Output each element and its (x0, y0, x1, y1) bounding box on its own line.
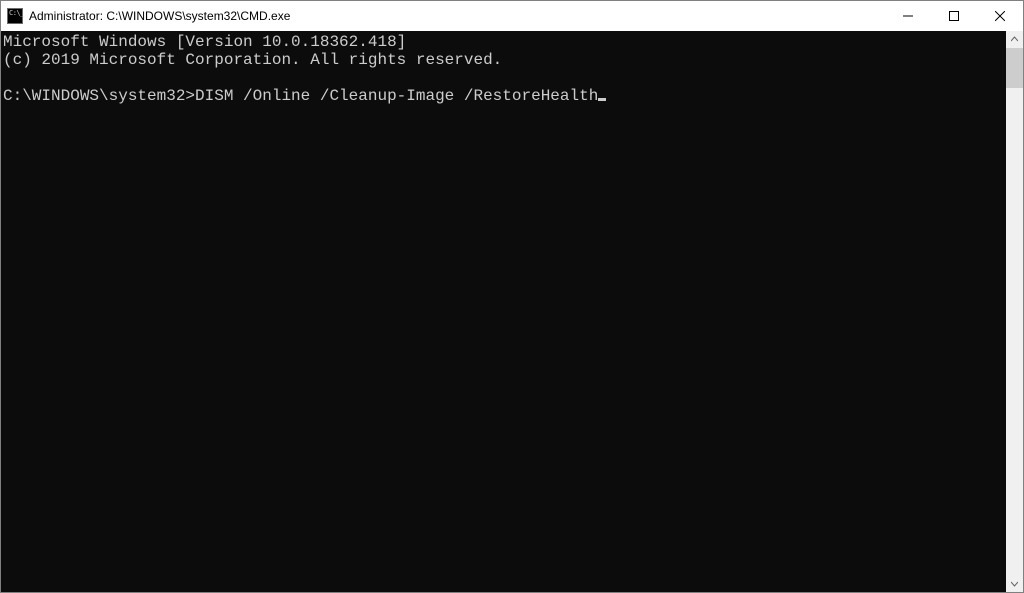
terminal-output[interactable]: Microsoft Windows [Version 10.0.18362.41… (1, 31, 1006, 592)
close-icon (995, 11, 1005, 21)
window-controls (885, 1, 1023, 31)
terminal-prompt: C:\WINDOWS\system32> (3, 87, 195, 105)
scroll-thumb[interactable] (1006, 48, 1023, 88)
window-titlebar: Administrator: C:\WINDOWS\system32\CMD.e… (1, 1, 1023, 31)
content-area: Microsoft Windows [Version 10.0.18362.41… (1, 31, 1023, 592)
terminal-command: DISM /Online /Cleanup-Image /RestoreHeal… (195, 87, 598, 105)
scroll-track[interactable] (1006, 48, 1023, 575)
terminal-line-version: Microsoft Windows [Version 10.0.18362.41… (3, 33, 406, 51)
chevron-down-icon (1011, 580, 1018, 587)
terminal-line-copyright: (c) 2019 Microsoft Corporation. All righ… (3, 51, 502, 69)
close-button[interactable] (977, 1, 1023, 31)
maximize-button[interactable] (931, 1, 977, 31)
cmd-icon (7, 8, 23, 24)
maximize-icon (949, 11, 959, 21)
window-title: Administrator: C:\WINDOWS\system32\CMD.e… (29, 9, 885, 23)
scroll-up-button[interactable] (1006, 31, 1023, 48)
vertical-scrollbar[interactable] (1006, 31, 1023, 592)
chevron-up-icon (1011, 36, 1018, 43)
minimize-icon (903, 11, 913, 21)
minimize-button[interactable] (885, 1, 931, 31)
scroll-down-button[interactable] (1006, 575, 1023, 592)
terminal-cursor (598, 98, 606, 101)
